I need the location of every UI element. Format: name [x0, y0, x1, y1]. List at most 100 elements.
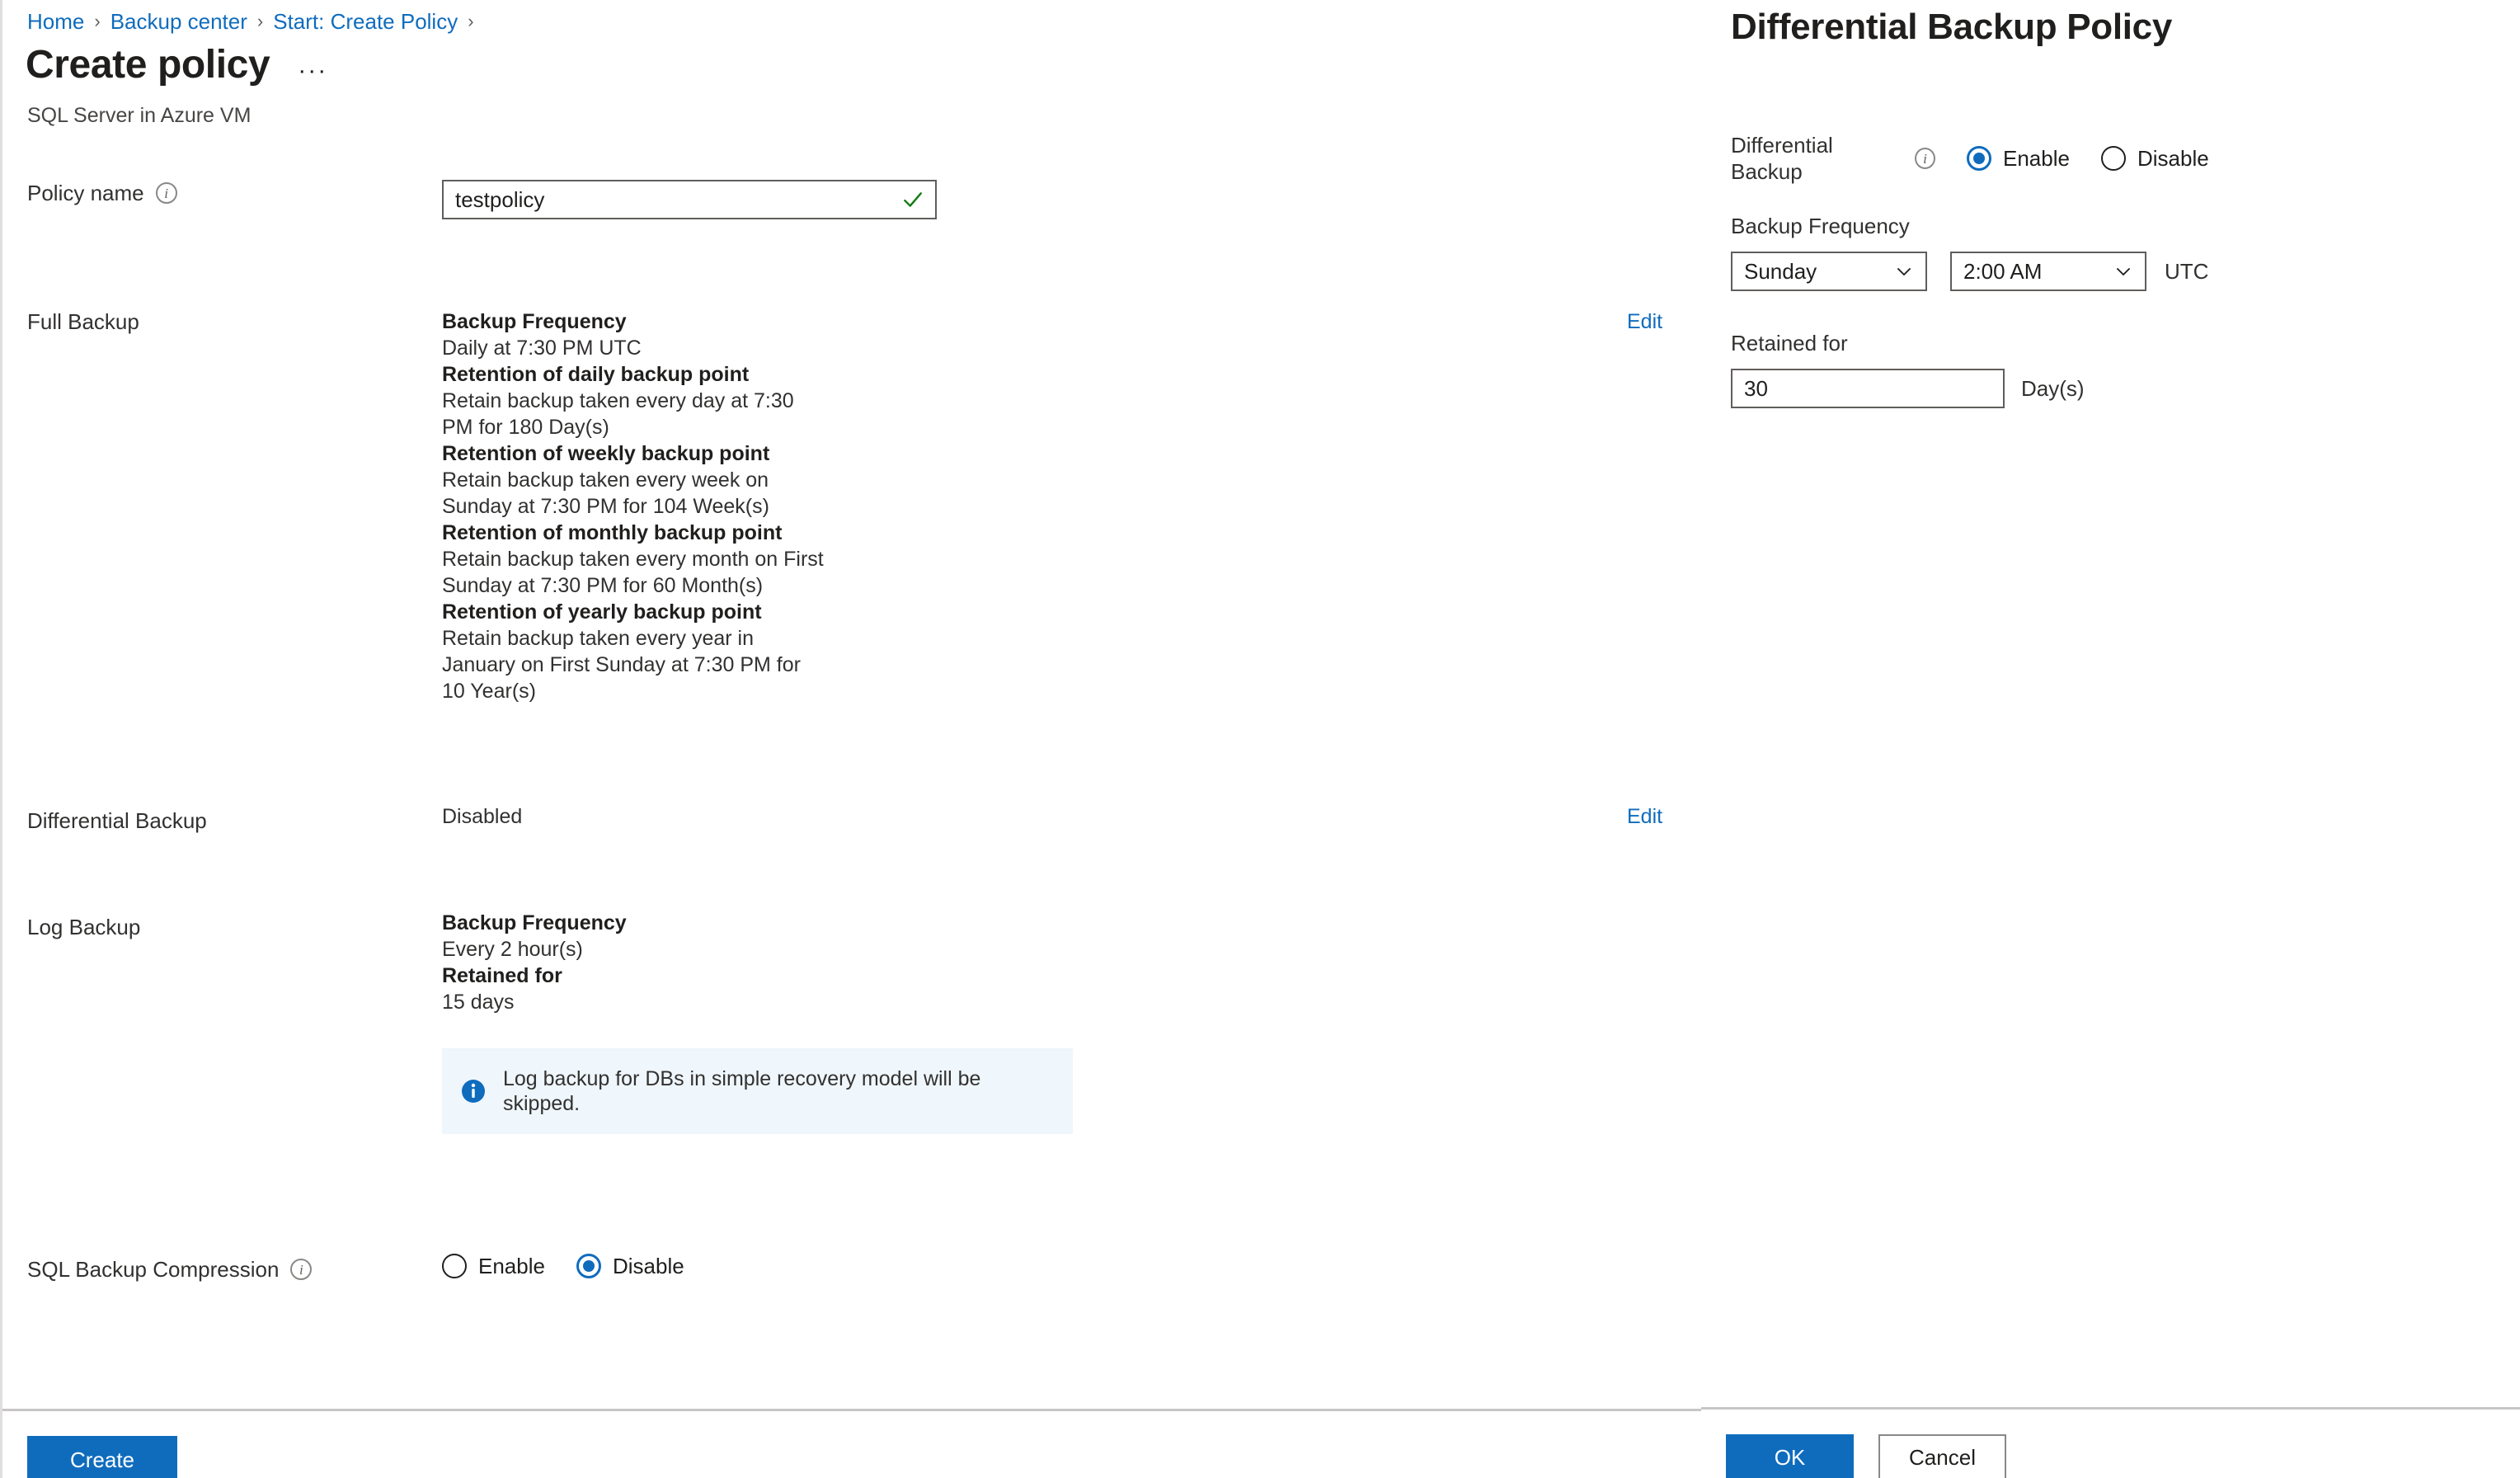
sql-backup-compression-radio-group: Enable Disable — [442, 1253, 1701, 1279]
radio-option-compression-disable[interactable]: Disable — [576, 1253, 684, 1279]
azure-portal-page: Home › Backup center › Start: Create Pol… — [0, 0, 2520, 1478]
cancel-button[interactable]: Cancel — [1878, 1434, 2006, 1478]
edit-differential-backup-link[interactable]: Edit — [1627, 803, 1701, 830]
chevron-down-icon — [1897, 268, 1911, 275]
detail-heading: Retention of daily backup point — [442, 363, 750, 386]
log-backup-info-banner-text: Log backup for DBs in simple recovery mo… — [503, 1067, 981, 1115]
backup-frequency-day-dropdown[interactable]: Sunday — [1731, 252, 1927, 291]
policy-name-field-wrap — [442, 180, 1701, 219]
differential-backup-status: Disabled — [442, 805, 523, 828]
backup-frequency-time-dropdown[interactable]: 2:00 AM — [1950, 252, 2146, 291]
create-policy-blade: Home › Backup center › Start: Create Pol… — [0, 0, 1701, 1478]
radio-label: Enable — [2003, 146, 2070, 171]
detail-heading: Backup Frequency — [442, 310, 627, 333]
sql-backup-compression-label-group: SQL Backup Compression i — [2, 1256, 442, 1283]
policy-name-label: Policy name — [27, 181, 144, 205]
panel-footer: OK Cancel — [1701, 1407, 2520, 1478]
differential-backup-label: Differential Backup — [27, 808, 207, 833]
panel-differential-backup-radio-group: Enable Disable — [1967, 145, 2209, 172]
detail-item: Retention of daily backup point Retain b… — [442, 361, 825, 440]
radio-option-differential-enable[interactable]: Enable — [1967, 145, 2070, 172]
panel-retained-for-label: Retained for — [1731, 331, 1848, 355]
sql-backup-compression-options: Enable Disable — [442, 1253, 1701, 1279]
policy-form: Policy name i Full Backup — [2, 165, 1701, 1283]
breadcrumb: Home › Backup center › Start: Create Pol… — [27, 8, 484, 35]
radio-label: Disable — [2137, 146, 2209, 171]
backup-frequency-day-value: Sunday — [1744, 259, 1817, 284]
policy-name-label-group: Policy name i — [2, 180, 442, 206]
form-row-full-backup: Full Backup Backup Frequency Daily at 7:… — [2, 308, 1701, 704]
detail-text: Every 2 hour(s) — [442, 938, 583, 961]
form-row-policy-name: Policy name i — [2, 180, 1701, 219]
retained-for-unit-label: Day(s) — [2021, 376, 2085, 401]
ok-button[interactable]: OK — [1726, 1434, 1854, 1478]
log-backup-info-banner: Log backup for DBs in simple recovery mo… — [442, 1048, 1073, 1134]
panel-body: Differential Backup Policy Differential … — [1701, 0, 2520, 1407]
differential-backup-policy-panel: Differential Backup Policy Differential … — [1701, 0, 2520, 1478]
full-backup-details: Backup Frequency Daily at 7:30 PM UTC Re… — [442, 308, 1701, 704]
detail-text: Retain backup taken every day at 7:30 PM… — [442, 389, 794, 439]
chevron-down-icon — [2117, 268, 2130, 275]
policy-name-input[interactable] — [444, 181, 935, 218]
detail-text: 15 days — [442, 991, 515, 1014]
breadcrumb-separator-icon: › — [94, 11, 101, 31]
panel-backup-frequency-controls: Sunday 2:00 AM UTC — [1731, 252, 2208, 291]
form-row-sql-backup-compression: SQL Backup Compression i Enable Disable — [2, 1253, 1701, 1283]
detail-text: Daily at 7:30 PM UTC — [442, 337, 642, 360]
detail-item: Backup Frequency Every 2 hour(s) — [442, 910, 1073, 963]
detail-item: Retained for 15 days — [442, 963, 1073, 1015]
more-options-icon[interactable]: ··· — [293, 59, 332, 83]
panel-retained-for-group: Retained for Day(s) — [1731, 330, 2085, 408]
panel-differential-backup-label-group: Differential Backup i — [1731, 132, 1935, 185]
detail-heading: Retained for — [442, 964, 562, 987]
detail-item: Retention of monthly backup point Retain… — [442, 520, 825, 599]
panel-row-differential-backup: Differential Backup i Enable Disable — [1731, 132, 2209, 185]
detail-heading: Retention of yearly backup point — [442, 600, 762, 624]
radio-dot-icon — [442, 1254, 467, 1278]
retained-for-input-container[interactable] — [1731, 369, 2005, 408]
page-header: Create policy ··· — [26, 41, 332, 89]
blade-footer: Create — [2, 1409, 1701, 1478]
panel-retained-for-controls: Day(s) — [1731, 369, 2085, 408]
differential-backup-details: Disabled Edit — [442, 803, 1701, 830]
breadcrumb-separator-icon: › — [468, 11, 474, 31]
log-backup-label: Log Backup — [27, 915, 141, 939]
form-row-log-backup: Log Backup Backup Frequency Every 2 hour… — [2, 911, 1701, 1134]
radio-dot-icon — [576, 1254, 601, 1278]
detail-text: Retain backup taken every month on First… — [442, 548, 824, 597]
detail-item: Retention of weekly backup point Retain … — [442, 440, 825, 520]
radio-dot-icon — [1967, 146, 1991, 171]
page-subtitle: SQL Server in Azure VM — [27, 104, 252, 127]
info-icon[interactable]: i — [290, 1259, 313, 1280]
radio-option-compression-enable[interactable]: Enable — [442, 1253, 545, 1279]
sql-backup-compression-label: SQL Backup Compression — [27, 1257, 280, 1282]
radio-option-differential-disable[interactable]: Disable — [2100, 145, 2209, 172]
panel-title: Differential Backup Policy — [1731, 7, 2173, 47]
radio-label: Enable — [478, 1254, 545, 1278]
retained-for-input[interactable] — [1732, 370, 2003, 407]
breadcrumb-item-backup-center[interactable]: Backup center — [110, 8, 247, 35]
page-title: Create policy — [26, 43, 270, 87]
detail-text: Retain backup taken every week on Sunday… — [442, 468, 769, 518]
breadcrumb-item-home[interactable]: Home — [27, 8, 84, 35]
full-backup-label: Full Backup — [27, 309, 139, 334]
radio-dot-icon — [2100, 146, 2126, 171]
info-icon[interactable]: i — [155, 182, 177, 204]
backup-frequency-timezone-label: UTC — [2165, 259, 2209, 284]
log-backup-details: Backup Frequency Every 2 hour(s) Retaine… — [442, 910, 1701, 1134]
detail-heading: Retention of monthly backup point — [442, 521, 783, 544]
breadcrumb-separator-icon: › — [256, 11, 264, 31]
info-icon[interactable]: i — [1914, 148, 1935, 169]
detail-item: Retention of yearly backup point Retain … — [442, 599, 825, 704]
panel-differential-backup-label: Differential Backup — [1731, 133, 1833, 184]
panel-backup-frequency-label: Backup Frequency — [1731, 214, 1910, 238]
policy-name-input-container[interactable] — [442, 180, 937, 219]
detail-text: Retain backup taken every year in Januar… — [442, 627, 801, 703]
detail-item: Backup Frequency Daily at 7:30 PM UTC — [442, 308, 825, 361]
info-circle-icon — [462, 1080, 485, 1103]
edit-full-backup-link[interactable]: Edit — [1627, 308, 1701, 335]
create-button[interactable]: Create — [27, 1436, 177, 1478]
detail-heading: Backup Frequency — [442, 911, 627, 934]
breadcrumb-item-start-create-policy[interactable]: Start: Create Policy — [273, 8, 458, 35]
detail-heading: Retention of weekly backup point — [442, 442, 770, 465]
